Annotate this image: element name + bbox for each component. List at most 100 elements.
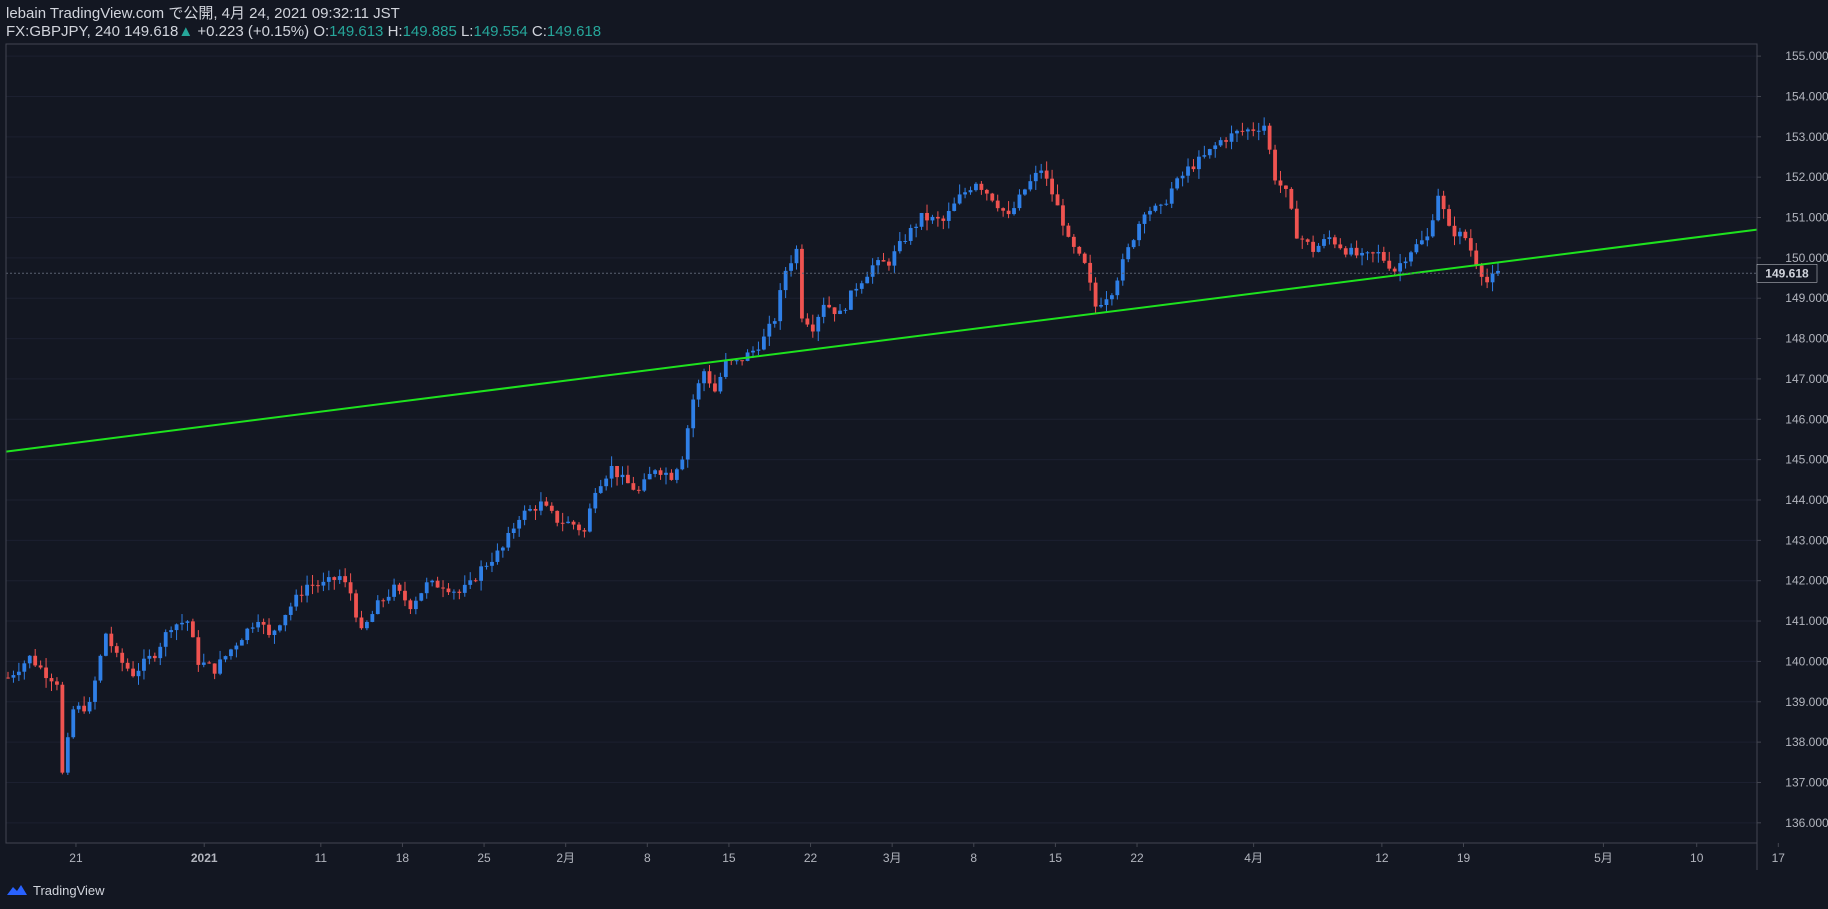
candle-body — [201, 662, 206, 665]
candle-body — [495, 550, 500, 562]
candle-body — [664, 472, 668, 475]
price-tick-label: 144.000 — [1785, 493, 1828, 507]
symbol-label[interactable]: FX:GBPJPY, 240 — [6, 23, 120, 40]
candle-body — [674, 469, 679, 480]
candle-body — [131, 668, 135, 677]
price-tick-label: 140.000 — [1785, 654, 1828, 668]
time-tick-label: 11 — [315, 851, 328, 865]
candle-body — [598, 486, 603, 493]
price-tick-label: 137.000 — [1785, 775, 1828, 789]
candle-body — [479, 566, 484, 581]
candle-body — [930, 216, 935, 221]
candle-body — [294, 594, 299, 607]
candle-body — [55, 681, 59, 685]
candle-body — [365, 621, 369, 629]
candle-body — [87, 701, 92, 712]
candle-body — [1360, 252, 1364, 256]
candle-body — [267, 624, 271, 636]
candle-body — [1164, 203, 1169, 205]
time-tick-label: 12 — [1375, 851, 1389, 865]
price-axis[interactable]: 136.000 137.000 138.000 139.000 140.000 141.0… — [1757, 49, 1828, 830]
candle-body — [517, 519, 522, 529]
candle-body — [229, 649, 233, 657]
candle-body — [408, 600, 413, 610]
price-chart[interactable]: 136.000 137.000 138.000 139.000 140.000 141.0… — [0, 0, 1828, 909]
time-axis[interactable]: 21 2021 11 18 25 2月 8 15 22 3月 8 15 22 4月 12 19 5月 10 17 — [69, 843, 1785, 865]
candle-body — [582, 530, 587, 532]
candle-body — [974, 183, 978, 191]
candle-body — [794, 248, 799, 264]
price-tick-label: 141.000 — [1785, 614, 1828, 628]
candle-body — [98, 655, 103, 681]
candle-body — [397, 584, 402, 591]
candle-body — [984, 189, 989, 194]
candle-body — [1376, 252, 1381, 254]
candle-body — [952, 203, 957, 211]
candle-body — [125, 662, 130, 669]
time-tick-label: 19 — [1457, 851, 1471, 865]
candle-body — [843, 309, 848, 311]
high-label: H: — [387, 23, 403, 40]
candle-body — [6, 677, 10, 679]
footer-branding[interactable]: TradingView — [6, 879, 105, 901]
close-value: 149.618 — [546, 23, 602, 40]
candle-body — [44, 667, 48, 679]
candle-body — [348, 582, 353, 594]
candle-body — [82, 705, 87, 712]
candle-body — [925, 212, 929, 221]
candle-body — [718, 376, 723, 392]
candle-body — [838, 310, 842, 315]
candle-body — [810, 324, 815, 332]
candle-body — [452, 591, 456, 593]
candle-body — [1120, 259, 1125, 281]
candle-body — [908, 227, 913, 241]
candle-body — [713, 383, 717, 392]
candle-body — [642, 479, 647, 491]
candle-body — [865, 276, 870, 284]
price-tick-label: 147.000 — [1785, 372, 1828, 386]
candle-body — [1458, 231, 1462, 237]
candle-body — [207, 662, 212, 664]
candle-body — [1403, 261, 1408, 264]
brand-label: TradingView — [33, 882, 105, 898]
candle-body — [723, 359, 728, 377]
candle-body — [375, 600, 380, 615]
low-label: L: — [460, 23, 474, 40]
candle-body — [180, 622, 184, 625]
candle-body — [218, 659, 222, 674]
candle-body — [65, 737, 70, 773]
candle-body — [142, 658, 146, 671]
candle-body — [1316, 245, 1321, 252]
candle-body — [381, 600, 386, 602]
candle-body — [386, 596, 391, 601]
candle-body — [299, 594, 304, 596]
candle-body — [16, 671, 21, 676]
candle-body — [696, 383, 701, 400]
candle-body — [935, 216, 940, 219]
time-tick-label: 22 — [804, 851, 818, 865]
candle-body — [1022, 189, 1027, 195]
candle-body — [419, 593, 424, 601]
candle-body — [892, 251, 897, 266]
time-tick-label: 21 — [69, 851, 83, 865]
candle-body — [1082, 253, 1087, 263]
up-arrow-icon: ▲ — [178, 23, 194, 40]
open-value: 149.613 — [329, 23, 384, 40]
candle-body — [359, 617, 364, 629]
candle-body — [897, 241, 902, 252]
candle-body — [1414, 244, 1419, 253]
candle-body — [528, 508, 532, 511]
candle-body — [631, 483, 636, 490]
low-value: 149.554 — [473, 23, 528, 40]
candle-body — [848, 290, 853, 310]
candle-body — [490, 561, 494, 566]
candle-body — [22, 663, 27, 672]
plot-area[interactable] — [6, 44, 1757, 843]
candle-body — [446, 588, 451, 593]
candle-body — [1479, 265, 1484, 277]
candle-body — [1006, 210, 1011, 215]
candle-body — [979, 183, 984, 190]
candle-body — [424, 582, 429, 594]
price-tick-label: 152.000 — [1785, 170, 1828, 184]
candle-body — [800, 248, 804, 319]
